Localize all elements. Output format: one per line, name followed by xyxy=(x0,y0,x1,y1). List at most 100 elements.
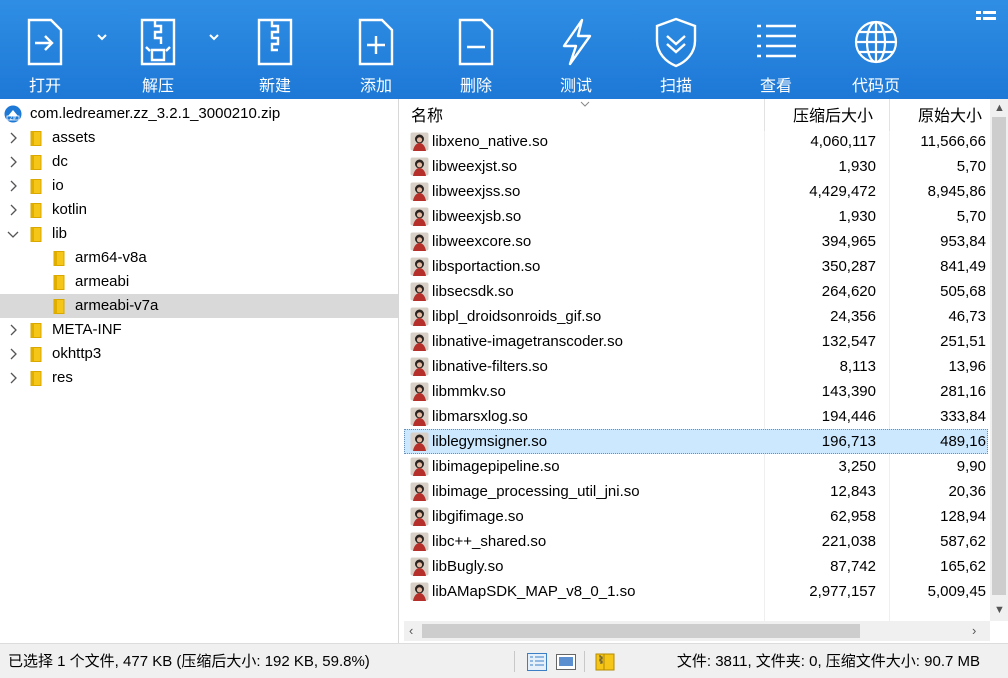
tree-item[interactable]: assets xyxy=(0,126,398,150)
new-archive-button[interactable]: 新建 xyxy=(229,0,321,99)
table-row[interactable]: libsportaction.so 350,287 841,49 xyxy=(404,254,988,279)
file-name: libimage_processing_util_jni.so xyxy=(432,483,640,500)
selection-status: 已选择 1 个文件, 477 KB (压缩后大小: 192 KB, 59.8%) xyxy=(8,653,370,670)
details-view-icon[interactable] xyxy=(527,653,547,671)
archive-info-icon[interactable] xyxy=(595,653,615,671)
vertical-scroll-thumb[interactable] xyxy=(992,117,1006,595)
folder-icon xyxy=(53,299,65,314)
chevron-right-icon[interactable] xyxy=(7,204,19,216)
toolbar: 打开 解压 新建 添加 删除 测试 扫描 查看 代码页 xyxy=(0,0,1008,99)
table-row[interactable]: libxeno_native.so 4,060,117 11,566,66 xyxy=(404,129,988,154)
thumbnail-view-icon[interactable] xyxy=(556,653,576,671)
file-name: libxeno_native.so xyxy=(432,133,548,150)
file-name: libgifimage.so xyxy=(432,508,524,525)
table-row[interactable]: libmarsxlog.so 194,446 333,84 xyxy=(404,404,988,429)
chevron-right-icon[interactable] xyxy=(7,156,19,168)
horizontal-scroll-thumb[interactable] xyxy=(422,624,860,638)
table-row[interactable]: libmmkv.so 143,390 281,16 xyxy=(404,379,988,404)
scroll-up-icon[interactable]: ▲ xyxy=(994,102,1005,114)
compressed-size: 4,429,472 xyxy=(809,183,876,200)
compressed-size: 3,250 xyxy=(838,458,876,475)
folder-icon xyxy=(30,131,42,146)
column-compressed-size[interactable]: 压缩后大小 xyxy=(793,99,873,131)
table-row[interactable]: libweexcore.so 394,965 953,84 xyxy=(404,229,988,254)
horizontal-scrollbar[interactable]: ‹ › xyxy=(404,621,990,641)
add-button[interactable]: 添加 xyxy=(330,0,422,99)
extract-label: 解压 xyxy=(141,76,174,95)
tree-root[interactable]: ZIP com.ledreamer.zz_3.2.1_3000210.zip xyxy=(0,102,398,126)
file-name: libpl_droidsonroids_gif.so xyxy=(432,308,602,325)
vertical-scrollbar[interactable]: ▲ ▼ xyxy=(990,99,1008,621)
view-button[interactable]: 查看 xyxy=(730,0,822,99)
tree-item[interactable]: arm64-v8a xyxy=(0,246,398,270)
status-separator xyxy=(514,651,515,672)
tree-item[interactable]: dc xyxy=(0,150,398,174)
extract-button[interactable]: 解压 xyxy=(112,0,204,99)
scan-button[interactable]: 扫描 xyxy=(630,0,722,99)
tree-item-label: assets xyxy=(52,129,96,146)
table-row[interactable]: libimage_processing_util_jni.so 12,843 20,… xyxy=(404,479,988,504)
extract-dropdown-icon[interactable] xyxy=(207,30,221,44)
archive-summary: 文件: 3811, 文件夹: 0, 压缩文件大小: 90.7 MB xyxy=(676,653,980,670)
table-row[interactable]: libsecsdk.so 264,620 505,68 xyxy=(404,279,988,304)
status-separator xyxy=(584,651,585,672)
open-button[interactable]: 打开 xyxy=(0,0,90,99)
so-file-icon xyxy=(410,132,429,151)
table-row[interactable]: liblegymsigner.so 196,713 489,16 xyxy=(404,429,988,454)
table-row[interactable]: libnative-filters.so 8,113 13,96 xyxy=(404,354,988,379)
so-file-icon xyxy=(410,557,429,576)
add-label: 添加 xyxy=(359,76,392,95)
column-name[interactable]: 名称 xyxy=(411,99,443,131)
scroll-down-icon[interactable]: ▼ xyxy=(994,604,1005,616)
folder-icon xyxy=(30,347,42,362)
table-row[interactable]: libAMapSDK_MAP_v8_0_1.so 2,977,157 5,009,4… xyxy=(404,579,988,604)
tree-item[interactable]: lib xyxy=(0,222,398,246)
zip-archive-icon: ZIP xyxy=(4,105,22,123)
tree-item[interactable]: kotlin xyxy=(0,198,398,222)
chevron-down-icon[interactable] xyxy=(7,228,19,240)
compressed-size: 12,843 xyxy=(830,483,876,500)
column-separator[interactable] xyxy=(889,99,890,131)
table-row[interactable]: libBugly.so 87,742 165,62 xyxy=(404,554,988,579)
table-row[interactable]: libimagepipeline.so 3,250 9,90 xyxy=(404,454,988,479)
table-row[interactable]: libgifimage.so 62,958 128,94 xyxy=(404,504,988,529)
scroll-right-icon[interactable]: › xyxy=(972,624,976,637)
menu-icon[interactable] xyxy=(976,10,996,26)
test-button[interactable]: 测试 xyxy=(530,0,622,99)
chevron-right-icon[interactable] xyxy=(7,132,19,144)
add-icon xyxy=(348,14,404,70)
column-separator[interactable] xyxy=(764,99,765,131)
file-name: libsecsdk.so xyxy=(432,283,514,300)
scroll-left-icon[interactable]: ‹ xyxy=(409,624,413,637)
chevron-right-icon[interactable] xyxy=(7,348,19,360)
so-file-icon xyxy=(410,207,429,226)
tree-item-label: armeabi xyxy=(75,273,130,290)
table-row[interactable]: libnative-imagetranscoder.so 132,547 251,5… xyxy=(404,329,988,354)
table-row[interactable]: libweexjsb.so 1,930 5,70 xyxy=(404,204,988,229)
tree-item[interactable]: res xyxy=(0,366,398,390)
chevron-right-icon[interactable] xyxy=(7,180,19,192)
folder-icon xyxy=(30,371,42,386)
column-original-size[interactable]: 原始大小 xyxy=(918,99,990,131)
chevron-right-icon[interactable] xyxy=(7,324,19,336)
open-dropdown-icon[interactable] xyxy=(95,30,109,44)
tree-root-label: com.ledreamer.zz_3.2.1_3000210.zip xyxy=(30,105,281,122)
compressed-size: 1,930 xyxy=(838,208,876,225)
tree-item-label: META-INF xyxy=(52,321,122,338)
open-label: 打开 xyxy=(28,76,61,95)
so-file-icon xyxy=(410,182,429,201)
so-file-icon xyxy=(410,482,429,501)
tree-item[interactable]: io xyxy=(0,174,398,198)
codepage-button[interactable]: 代码页 xyxy=(830,0,922,99)
table-row[interactable]: libweexjss.so 4,429,472 8,945,86 xyxy=(404,179,988,204)
table-row[interactable]: libc++_shared.so 221,038 587,62 xyxy=(404,529,988,554)
tree-item[interactable]: armeabi-v7a xyxy=(0,294,398,318)
delete-button[interactable]: 删除 xyxy=(430,0,522,99)
table-row[interactable]: libweexjst.so 1,930 5,70 xyxy=(404,154,988,179)
tree-item[interactable]: armeabi xyxy=(0,270,398,294)
table-row[interactable]: libpl_droidsonroids_gif.so 24,356 46,73 xyxy=(404,304,988,329)
chevron-right-icon[interactable] xyxy=(7,372,19,384)
so-file-icon xyxy=(410,357,429,376)
tree-item[interactable]: META-INF xyxy=(0,318,398,342)
tree-item[interactable]: okhttp3 xyxy=(0,342,398,366)
